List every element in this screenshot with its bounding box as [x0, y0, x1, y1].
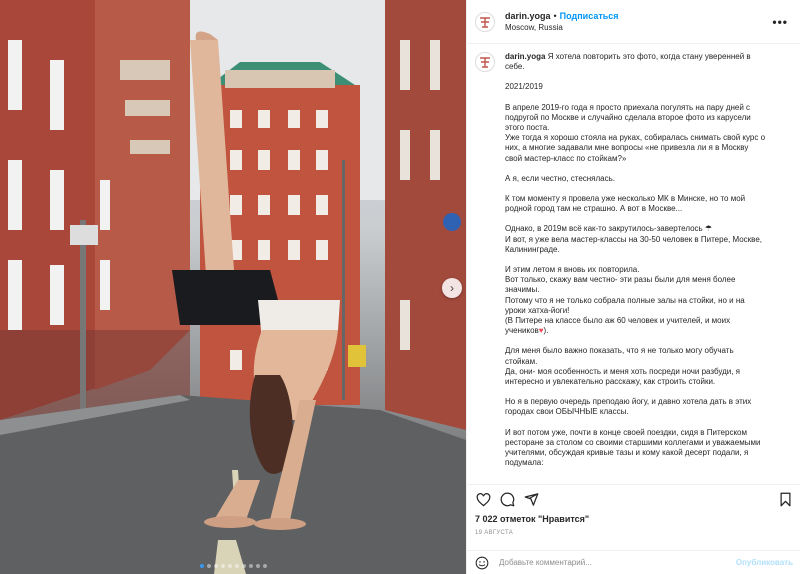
caption-paragraph: В апреле 2019-го года я просто приехала …: [505, 102, 766, 163]
carousel-dot: [262, 564, 267, 568]
caption-paragraph: И этим летом я вновь их повторила. Вот т…: [505, 265, 745, 336]
photo-illustration: [0, 0, 466, 574]
follow-button[interactable]: Подписаться: [560, 11, 619, 21]
caption-paragraph-with-heart: И этим летом я вновь их повторила. Вот т…: [505, 265, 767, 336]
post-photo[interactable]: ›: [0, 0, 466, 574]
caption-paragraph: А я, если честно, стеснялась.: [505, 173, 616, 183]
post-header: darin.yoga • Подписаться Moscow, Russia ••…: [467, 0, 800, 44]
caption-username[interactable]: darin.yoga: [505, 52, 545, 61]
carousel-dot: [241, 564, 246, 568]
chevron-right-icon: ›: [450, 281, 454, 295]
comment-icon[interactable]: [499, 492, 515, 508]
carousel-dots: [0, 564, 466, 568]
header-separator: •: [553, 11, 557, 21]
add-comment-bar: Опубликовать: [467, 550, 800, 574]
carousel-dot: [206, 564, 211, 568]
comment-input[interactable]: [499, 558, 736, 567]
more-icon[interactable]: •••: [772, 15, 788, 29]
caption-avatar[interactable]: [475, 52, 495, 72]
caption-paragraph: К том моменту я провела уже несколько МК…: [505, 194, 746, 214]
share-icon[interactable]: [523, 492, 539, 508]
emoji-icon[interactable]: [475, 556, 489, 570]
caption-paragraph: Но я в первую очередь преподаю йогу, и д…: [505, 397, 752, 417]
caption-paragraph: Для меня было важно показать, что я не т…: [505, 346, 741, 387]
header-text: darin.yoga • Подписаться Moscow, Russia: [505, 9, 772, 34]
carousel-next-button[interactable]: ›: [442, 278, 462, 298]
caption-lead-line: darin.yoga Я хотела повторить это фото, …: [505, 52, 767, 72]
avatar[interactable]: [475, 11, 495, 32]
caption: darin.yoga Я хотела повторить это фото, …: [475, 52, 787, 469]
caption-paragraph: И вот потом уже, почти в конце своей пое…: [505, 427, 761, 468]
yoga-logo-icon: [480, 57, 490, 68]
bookmark-icon[interactable]: [777, 492, 793, 508]
post-username[interactable]: darin.yoga: [505, 11, 551, 21]
carousel-dot: [234, 564, 239, 568]
comments-area[interactable]: darin.yoga Я хотела повторить это фото, …: [467, 44, 800, 484]
heart-icon[interactable]: [475, 492, 491, 508]
carousel-dot: [213, 564, 218, 568]
caption-paragraph: Однако, в 2019м всё как-то закрутилось-з…: [505, 224, 763, 254]
caption-text: darin.yoga Я хотела повторить это фото, …: [505, 52, 767, 469]
carousel-dot: [220, 564, 225, 568]
post-panel: darin.yoga • Подписаться Moscow, Russia ••…: [466, 0, 800, 574]
carousel-dot: [248, 564, 253, 568]
carousel-dot: [255, 564, 260, 568]
likes-count[interactable]: 7 022 отметок "Нравится": [475, 514, 589, 524]
publish-button[interactable]: Опубликовать: [736, 558, 793, 567]
action-bar: [467, 484, 800, 514]
caption-close-paren: ).: [543, 326, 549, 336]
caption-paragraph: 2021/2019: [505, 82, 543, 92]
carousel-dot: [227, 564, 232, 568]
post-location[interactable]: Moscow, Russia: [505, 22, 772, 34]
yoga-logo-icon: [480, 16, 490, 28]
post-date[interactable]: 19 АВГУСТА: [475, 530, 513, 536]
carousel-dot: [199, 564, 204, 568]
